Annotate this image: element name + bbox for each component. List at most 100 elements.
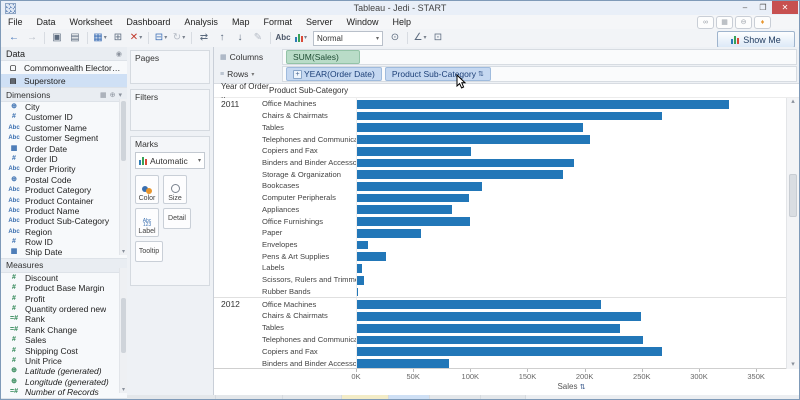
axis-sort-icon[interactable]: ⇅ — [580, 384, 586, 391]
dimension-field[interactable]: # Row ID — [1, 237, 127, 247]
measure-field[interactable]: # Unit Price — [1, 356, 127, 366]
sales-bar[interactable] — [357, 182, 483, 191]
sales-bar[interactable] — [357, 111, 662, 121]
mark-type-dropdown[interactable]: Automatic ▾ — [135, 152, 205, 169]
menu-item[interactable]: Help — [386, 15, 419, 29]
close-button[interactable]: ✕ — [772, 1, 798, 14]
subcategory-label[interactable]: Copiers and Fax — [262, 347, 356, 356]
sales-bar[interactable] — [357, 240, 369, 250]
pill-product-sub-category[interactable]: Product Sub-Category ⇅ — [384, 67, 491, 81]
pin-icon[interactable]: ◉ — [116, 50, 122, 58]
sales-bar[interactable] — [357, 135, 590, 144]
subcategory-label[interactable]: Bookcases — [262, 181, 356, 190]
menu-item[interactable]: Data — [30, 15, 63, 29]
sales-bar[interactable] — [357, 335, 644, 345]
presentation-mode-icon[interactable]: ⊡ — [430, 31, 446, 46]
sales-bar[interactable] — [357, 205, 452, 215]
subcategory-label[interactable]: Storage & Organization — [262, 170, 356, 179]
subcategory-label[interactable]: Appliances — [262, 205, 356, 214]
grid-icon[interactable]: ▦ — [716, 16, 733, 29]
maximize-button[interactable]: ❐ — [754, 1, 772, 14]
dimension-field[interactable]: Abc Product Category — [1, 185, 127, 195]
year-label[interactable]: 2011 — [214, 99, 262, 109]
sort-ascending-icon[interactable]: ↑ — [214, 31, 230, 46]
group-icon[interactable]: ⊟ ▾ — [153, 31, 169, 46]
subcategory-label[interactable]: Chairs & Chairmats — [262, 111, 356, 120]
pages-shelf[interactable]: Pages — [130, 50, 210, 84]
minimize-button[interactable]: – — [736, 1, 754, 14]
show-me-button[interactable]: Show Me — [717, 31, 795, 48]
dimension-field[interactable]: Abc Product Container — [1, 196, 127, 206]
menu-item[interactable]: Map — [225, 15, 257, 29]
dimension-field[interactable]: Abc Product Name — [1, 206, 127, 216]
pill-year-order-date[interactable]: + YEAR(Order Date) — [286, 67, 382, 81]
subcategory-label[interactable]: Paper — [262, 228, 356, 237]
sales-bar[interactable] — [357, 347, 662, 357]
user-icon[interactable]: ⊖ — [735, 16, 752, 29]
subcategory-label[interactable]: Telephones and Communication — [262, 335, 356, 344]
sales-bar[interactable] — [357, 193, 469, 203]
measure-field[interactable]: # Sales — [1, 335, 127, 345]
subcategory-label[interactable]: Chairs & Chairmats — [262, 311, 356, 320]
subcategory-label[interactable]: Binders and Binder Accessories — [262, 359, 356, 368]
subcategory-label[interactable]: Telephones and Communication — [262, 135, 356, 144]
sales-bar[interactable] — [357, 300, 602, 309]
label-button[interactable]: Abc 123 Label — [135, 208, 159, 237]
pill-sum-sales[interactable]: SUM(Sales) — [286, 50, 360, 64]
sales-bar[interactable] — [357, 217, 470, 226]
subcategory-label[interactable]: Binders and Binder Accessories — [262, 158, 356, 167]
tooltip-button[interactable]: Tooltip — [135, 241, 163, 262]
rows-shelf-area[interactable]: + YEAR(Order Date) Product Sub-Category … — [282, 66, 797, 82]
refresh-icon[interactable]: ↻ ▾ — [171, 31, 187, 46]
dimension-field[interactable]: # Order ID — [1, 154, 127, 164]
measure-field[interactable]: =# Number of Records — [1, 387, 127, 397]
save-icon[interactable]: ▣ — [49, 31, 65, 46]
year-label[interactable]: 2012 — [214, 299, 262, 309]
menu-item[interactable]: Format — [256, 15, 299, 29]
menu-item[interactable]: Dashboard — [119, 15, 177, 29]
sales-bar[interactable] — [357, 359, 450, 368]
menu-item[interactable]: Worksheet — [63, 15, 120, 29]
dimension-field[interactable]: Abc Customer Segment — [1, 133, 127, 143]
dimension-field[interactable]: ▦ Ship Date — [1, 247, 127, 257]
filters-shelf[interactable]: Filters — [130, 89, 210, 131]
highlight-icon[interactable]: ✎ — [250, 31, 266, 46]
clear-sheet-icon[interactable]: ✕ ▾ — [128, 31, 144, 46]
subcategory-label[interactable]: Labels — [262, 263, 356, 272]
sort-fields-icon[interactable]: ▾ — [118, 91, 122, 99]
sales-bar[interactable] — [357, 228, 421, 238]
dimension-field[interactable]: ▦ Order Date — [1, 144, 127, 154]
subcategory-label[interactable]: Scissors, Rulers and Trimmers — [262, 275, 356, 284]
data-source-item[interactable]: ▢ Commonwealth Electoral Divi... — [1, 61, 127, 74]
measures-scrollbar[interactable]: ▾ — [119, 268, 127, 393]
color-button[interactable]: Color — [135, 175, 159, 204]
dimension-field[interactable]: ⊕ Postal Code — [1, 175, 127, 185]
view-data-icon[interactable]: ▦ — [100, 91, 107, 99]
subcategory-label[interactable]: Office Machines — [262, 99, 356, 108]
measure-field[interactable]: # Discount — [1, 273, 127, 283]
expand-icon[interactable]: + — [293, 69, 302, 79]
sales-bar[interactable] — [357, 100, 729, 109]
sales-bar[interactable] — [357, 264, 362, 273]
measure-field[interactable]: ⊕ Latitude (generated) — [1, 366, 127, 376]
dimension-field[interactable]: Abc Customer Name — [1, 123, 127, 133]
sales-bar[interactable] — [357, 146, 472, 156]
measure-field[interactable]: # Shipping Cost — [1, 346, 127, 356]
fit-select[interactable]: Normal ▾ — [313, 30, 383, 46]
chart-scrollbar[interactable]: ▴ ▾ — [786, 98, 799, 369]
axis-title[interactable]: Sales ⇅ — [356, 382, 787, 391]
new-worksheet-icon[interactable]: ▦ ▾ — [92, 31, 108, 46]
sheet-tabs-strip[interactable] — [127, 395, 799, 399]
annotate-icon[interactable]: ∠ ▾ — [412, 31, 428, 46]
measure-field[interactable]: =# Rank — [1, 314, 127, 324]
sales-bar[interactable] — [357, 170, 564, 180]
data-source-item[interactable]: ▤ Superstore — [1, 74, 127, 87]
sales-bar[interactable] — [357, 158, 574, 168]
undo-icon[interactable]: ← — [6, 31, 22, 46]
subcategory-label[interactable]: Computer Peripherals — [262, 193, 356, 202]
sales-bar[interactable] — [357, 323, 621, 333]
subcategory-label[interactable]: Tables — [262, 123, 356, 132]
year-column-header[interactable]: Year of Order .. — [214, 82, 269, 100]
dimension-field[interactable]: # Customer ID — [1, 112, 127, 122]
dimension-field[interactable]: Abc Region — [1, 227, 127, 237]
